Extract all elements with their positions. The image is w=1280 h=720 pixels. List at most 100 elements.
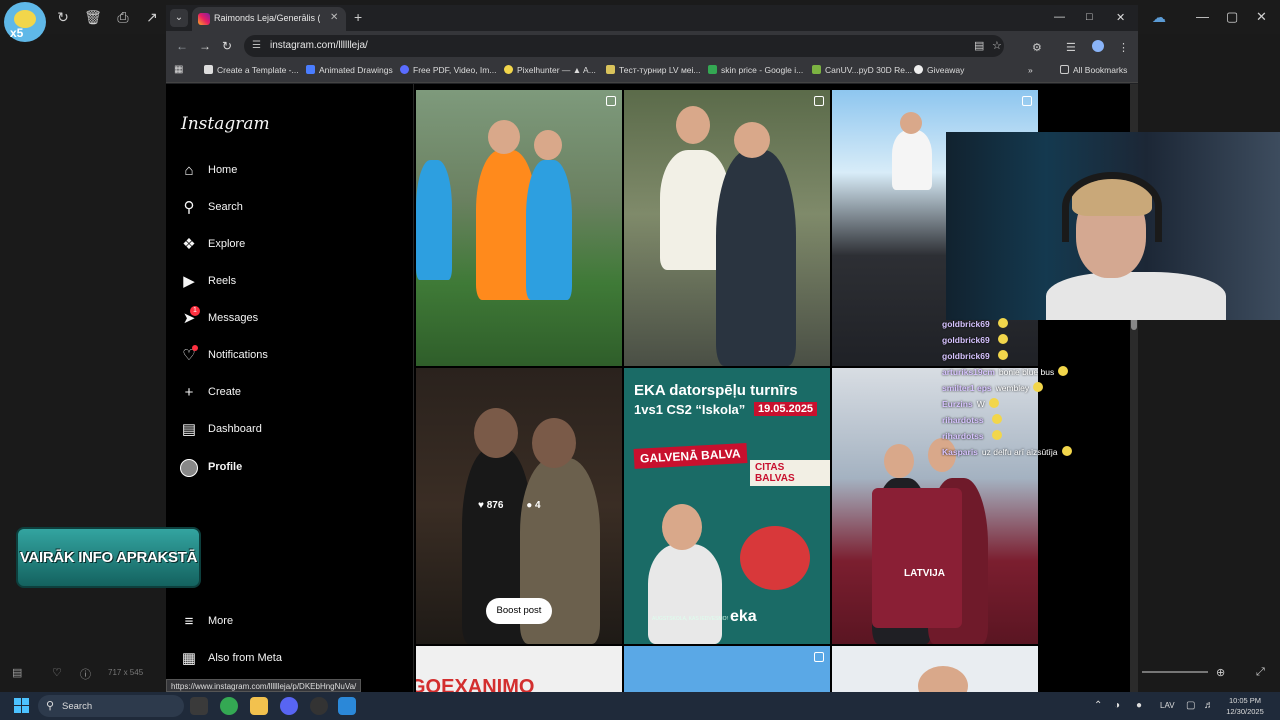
print-icon[interactable]: ⎙ (114, 8, 132, 26)
post-thumbnail-hovered[interactable]: ♥ 876 ● 4 Boost post (416, 368, 622, 644)
new-tab-icon[interactable]: + (354, 9, 362, 25)
bookmark-item[interactable]: CanUV...pyD 30D Re... (812, 65, 912, 75)
webcam-overlay (946, 132, 1280, 320)
bookmark-item[interactable]: skin price - Google i... (708, 65, 803, 75)
omnibox[interactable]: ☰ instagram.com/lllllleja/ ▤ ☆ (244, 35, 1004, 57)
delete-icon[interactable]: 🗑 (84, 8, 102, 26)
emote-icon (1033, 382, 1044, 392)
bookmark-item[interactable]: Free PDF, Video, Im... (400, 65, 496, 75)
emote-icon (991, 414, 1002, 424)
monitor-icon[interactable]: ▢ (1186, 700, 1195, 711)
headset-icon (1062, 172, 1162, 242)
post-thumbnail[interactable]: GOEXANIMO (416, 646, 622, 692)
extensions-icon[interactable]: ⚙ (1032, 41, 1042, 54)
cloud-off-icon[interactable]: ☁ (1150, 8, 1168, 26)
post-text: GALVENĀ BALVA (633, 443, 748, 469)
profile-avatar-icon[interactable] (1092, 40, 1104, 52)
chat-message: rihardotss (942, 414, 1142, 430)
tab-close-icon[interactable]: ✕ (330, 12, 338, 23)
nav-search[interactable]: ⚲ Search (178, 195, 398, 223)
all-bookmarks[interactable]: All Bookmarks (1060, 65, 1127, 75)
nav-explore[interactable]: ❖ Explore (178, 232, 398, 260)
chat-text: W (976, 399, 985, 409)
info-icon[interactable]: ⓘ (80, 666, 91, 682)
browser-minimize-icon[interactable]: — (1054, 11, 1065, 23)
obs-icon[interactable] (310, 697, 328, 715)
filmstrip-icon[interactable]: ▤ (12, 666, 22, 679)
instagram-logo[interactable]: Instagram (181, 114, 270, 134)
browser-maximize-icon[interactable]: □ (1086, 11, 1093, 23)
tray-overflow-icon[interactable]: ⌃ (1094, 700, 1102, 711)
zoom-slider[interactable] (1142, 671, 1208, 673)
share-icon[interactable]: ↗ (143, 8, 161, 26)
nav-home[interactable]: ⌂ Home (178, 158, 398, 186)
windows-start-icon[interactable] (14, 698, 30, 714)
chat-username: goldbrick69 (942, 351, 990, 361)
viewer-close-icon[interactable]: ✕ (1256, 9, 1267, 25)
plus-icon: + (184, 384, 194, 401)
bookmark-item[interactable]: Pixelhunter — ▲ A... (504, 65, 596, 75)
volume-icon[interactable]: ♬ (1204, 700, 1214, 711)
tab-search-icon[interactable]: ⌄ (170, 9, 188, 27)
bookmark-item[interactable]: Тест-турнир LV меi... (606, 65, 701, 75)
post-thumbnail[interactable] (624, 646, 830, 692)
emote-icon (1058, 366, 1069, 376)
bookmark-item[interactable]: Create a Template -... (204, 65, 299, 75)
tab-instagram[interactable]: Raimonds Leja/Generālis (@lllll ✕ (192, 7, 346, 31)
apps-grid-icon[interactable]: ▦ (174, 64, 183, 75)
taskbar-clock[interactable]: 10:05 PM 12/30/2025 (1222, 695, 1268, 717)
taskbar-search[interactable]: ⚲ Search (38, 695, 184, 717)
media-icon[interactable]: ☰ (1066, 41, 1076, 54)
viewer-minimize-icon[interactable]: — (1196, 9, 1209, 24)
rotate-icon[interactable]: ↻ (54, 8, 72, 26)
back-icon[interactable]: ← (176, 39, 188, 53)
multi-photo-icon (814, 652, 824, 662)
more-bookmarks-icon[interactable]: » (1028, 65, 1033, 75)
browser-close-icon[interactable]: ✕ (1116, 11, 1125, 24)
post-thumbnail[interactable]: EKA datorspēļu turnīrs 1vs1 CS2 “Iskola”… (624, 368, 830, 644)
site-info-icon[interactable]: ☰ (252, 40, 261, 51)
tab-bar: ⌄ Raimonds Leja/Generālis (@lllll ✕ + — … (166, 5, 1138, 31)
input-language[interactable]: LAV (1160, 701, 1175, 710)
stream-chat: goldbrick69 goldbrick69 goldbrick69 arturik… (942, 318, 1142, 462)
favorite-icon[interactable]: ♡ (52, 666, 62, 679)
bookmark-star-icon[interactable]: ☆ (992, 39, 1002, 52)
info-banner: VAIRĀK INFO APRAKSTĀ (16, 527, 201, 588)
url-text[interactable]: instagram.com/lllllleja/ (270, 40, 368, 51)
bookmark-item[interactable]: Animated Drawings (306, 65, 393, 75)
emote-icon (988, 398, 999, 408)
install-app-icon[interactable]: ▤ (974, 39, 984, 52)
reload-icon[interactable]: ↻ (222, 39, 232, 53)
likes-count: ♥ 876 (478, 500, 504, 511)
post-thumbnail[interactable] (624, 90, 830, 366)
chrome-icon[interactable] (220, 697, 238, 715)
chat-message: goldbrick69 (942, 350, 1142, 366)
nav-dashboard[interactable]: ▤ Dashboard (178, 417, 398, 445)
fullscreen-icon[interactable]: ⤢ (1256, 666, 1265, 679)
photos-icon[interactable] (338, 697, 356, 715)
nav-profile[interactable]: Profile (178, 455, 398, 483)
nav-label: More (208, 615, 234, 627)
nav-more[interactable]: ≡ More (178, 609, 398, 637)
nav-also-from-meta[interactable]: ▦ Also from Meta (178, 646, 398, 674)
forward-icon[interactable]: → (199, 39, 211, 53)
zoom-in-icon[interactable]: ⊕ (1216, 666, 1225, 679)
post-thumbnail[interactable] (416, 90, 622, 366)
bookmark-item[interactable]: Giveaway (914, 65, 964, 75)
menu-icon[interactable]: ⋮ (1118, 41, 1129, 54)
viewer-maximize-icon[interactable]: ▢ (1226, 9, 1238, 25)
post-thumbnail[interactable] (832, 646, 1038, 692)
nav-create[interactable]: + Create (178, 380, 398, 408)
nav-messages[interactable]: ➤ 1 Messages (178, 306, 398, 334)
nav-reels[interactable]: ▶ Reels (178, 269, 398, 297)
microphone-icon[interactable]: ● (1136, 700, 1142, 711)
task-view-icon[interactable] (190, 697, 208, 715)
compass-icon: ❖ (182, 236, 196, 253)
file-explorer-icon[interactable] (250, 697, 268, 715)
nav-notifications[interactable]: ♡ Notifications (178, 343, 398, 371)
banner-text: VAIRĀK INFO APRAKSTĀ (19, 549, 198, 566)
discord-icon[interactable] (280, 697, 298, 715)
boost-post-button[interactable]: Boost post (486, 598, 552, 624)
tab-title: Raimonds Leja/Generālis (@lllll (214, 13, 320, 23)
network-icon[interactable]: ◑ (1114, 700, 1120, 711)
